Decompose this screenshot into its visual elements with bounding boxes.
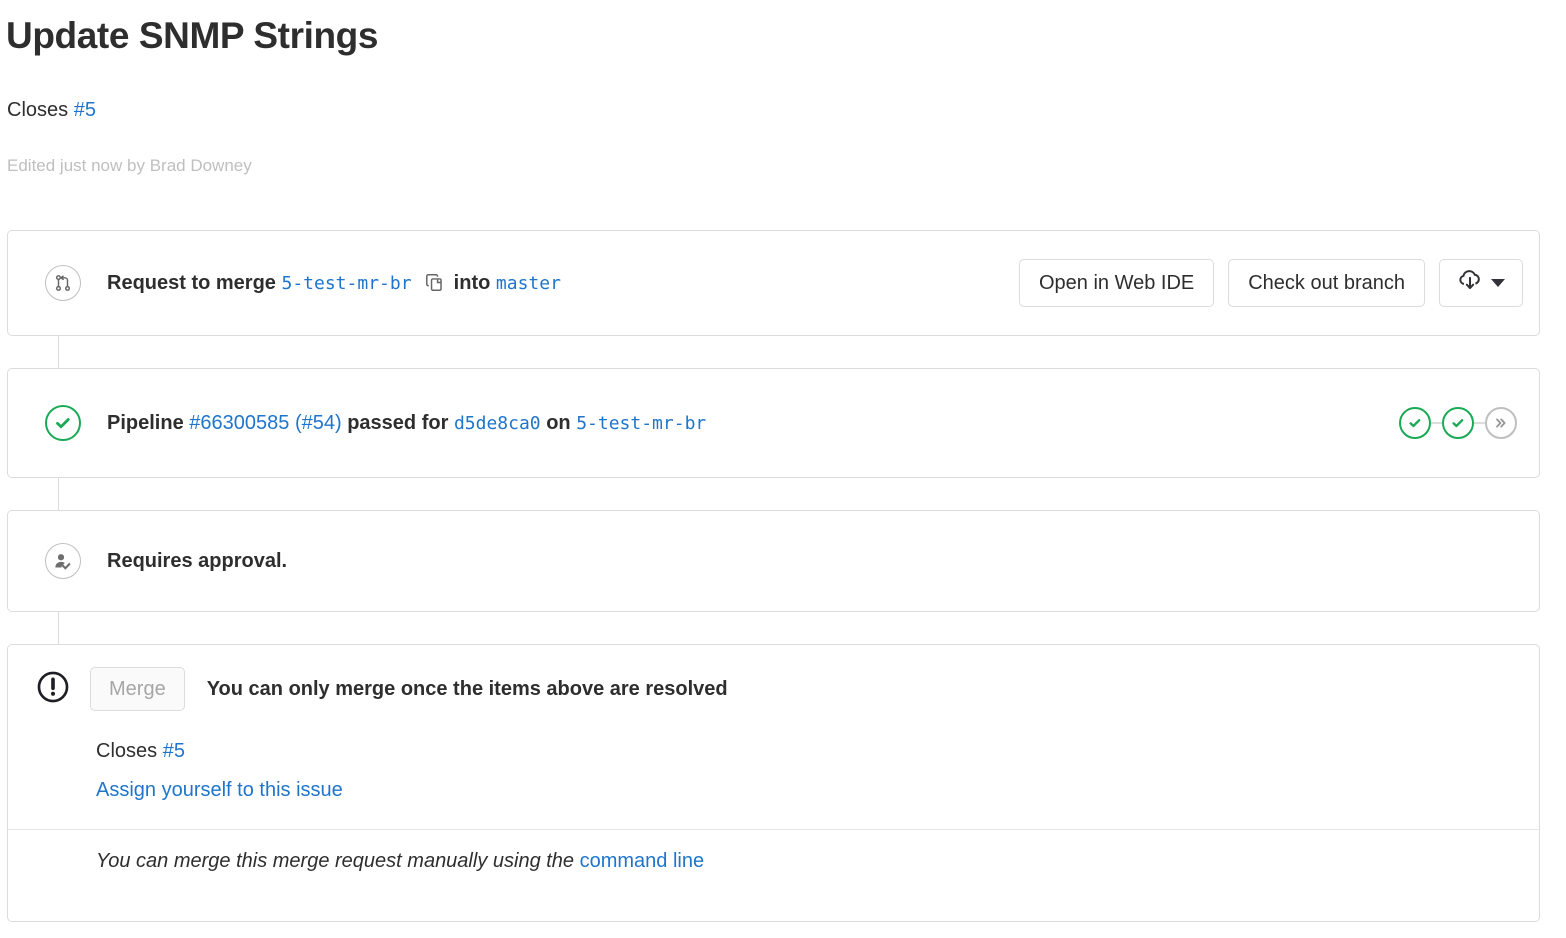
pipeline-branch-link[interactable]: 5-test-mr-br [576,413,706,434]
cloud-download-icon [1458,268,1482,298]
approval-required-label: Requires approval. [107,549,288,572]
merge-request-branch-card: Request to merge 5-test-mr-br into maste… [7,230,1540,336]
merge-closes-label: Closes [96,740,158,762]
merge-action-card: Merge You can only merge once the items … [7,644,1540,922]
pipeline-stage-1[interactable] [1399,407,1431,439]
pipeline-for-label: for [421,411,449,434]
approval-required-icon [45,543,81,579]
open-in-web-ide-button[interactable]: Open in Web IDE [1018,259,1215,307]
merge-blocked-message: You can only merge once the items above … [206,677,728,700]
merge-request-branch-text: Request to merge 5-test-mr-br into maste… [107,272,561,295]
closes-issue-link[interactable]: #5 [74,99,96,121]
widget-connector-1 [58,336,59,368]
edited-note: Edited just now by Brad Downey [7,156,252,175]
commit-sha-link[interactable]: d5de8ca0 [454,413,541,434]
pipeline-mini-graph [1399,407,1517,439]
pipeline-id-link[interactable]: #66300585 [189,412,289,434]
into-label: into [453,271,491,294]
request-to-merge-label: Request to merge [107,271,276,294]
approval-required-text: Requires approval. [107,550,287,573]
manual-merge-text: You can merge this merge request manuall… [96,850,575,872]
closes-label: Closes [7,99,69,121]
pipeline-iid-link[interactable]: (#54) [295,412,342,434]
widget-connector-2 [58,478,59,510]
copy-icon[interactable] [425,273,444,292]
pipeline-stage-2[interactable] [1442,407,1474,439]
manual-merge-footer: You can merge this merge request manuall… [8,829,1539,893]
merge-related-issues: Closes #5 Assign yourself to this issue [8,711,1539,829]
pipeline-label: Pipeline [107,411,184,434]
description-closes-line: Closes #5 [7,96,96,124]
pipeline-stage-3[interactable] [1485,407,1517,439]
page-title: Update SNMP Strings [6,15,379,56]
source-branch-link[interactable]: 5-test-mr-br [282,273,412,294]
pipeline-stage-link-2 [1474,422,1485,424]
approval-required-card: Requires approval. [7,510,1540,612]
warning-icon [36,670,70,709]
pipeline-on-label: on [546,411,571,434]
merge-action-header: Merge You can only merge once the items … [8,645,1539,711]
target-branch-link[interactable]: master [496,273,561,294]
pipeline-stage-link-1 [1431,422,1442,424]
command-line-link[interactable]: command line [580,850,705,872]
pipeline-status-card: Pipeline #66300585 (#54) passed for d5de… [7,368,1540,478]
merge-request-widget-page: Update SNMP Strings Closes #5 Edited jus… [0,0,1566,938]
merge-button[interactable]: Merge [90,667,185,711]
pipeline-status-text: Pipeline #66300585 (#54) passed for d5de… [107,412,706,435]
download-dropdown-button[interactable] [1439,259,1523,307]
merge-closes-line: Closes #5 [96,737,1523,766]
merge-request-icon [45,265,81,301]
check-out-branch-button[interactable]: Check out branch [1228,259,1425,307]
merge-closes-issue-link[interactable]: #5 [163,740,185,762]
widget-connector-3 [58,612,59,644]
merge-request-actions: Open in Web IDE Check out branch [1018,259,1523,307]
pipeline-state-label: passed [347,411,417,434]
assign-yourself-line: Assign yourself to this issue [96,776,1523,805]
status-success-icon [45,405,81,441]
chevron-down-icon [1490,279,1505,287]
assign-yourself-link[interactable]: Assign yourself to this issue [96,779,343,801]
